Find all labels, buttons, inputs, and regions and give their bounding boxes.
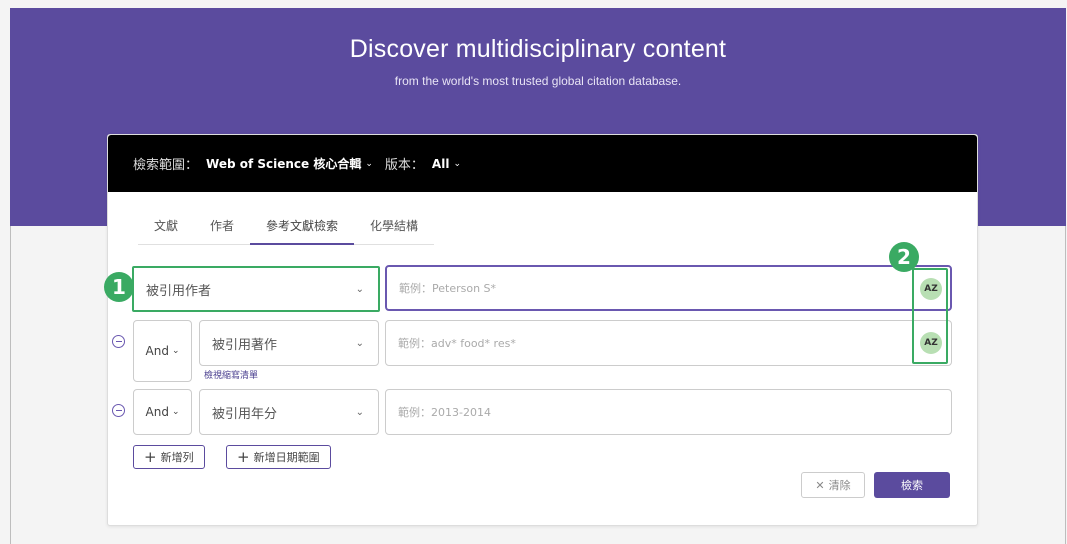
view-abbreviation-list-link[interactable]: 檢視縮寫清單 (204, 368, 258, 381)
tab-cited-reference-search[interactable]: 參考文獻檢索 (250, 211, 355, 245)
input-placeholder: 範例：Peterson S* (399, 282, 497, 295)
scope-dropdown[interactable]: Web of Science 核心合輯 ⌄ (206, 155, 373, 172)
field-select-label: 被引用年分 (212, 406, 278, 422)
search-scope-bar: 檢索範圍： Web of Science 核心合輯 ⌄ 版本： All ⌄ (108, 135, 977, 192)
banner-title: Discover multidisciplinary content (349, 35, 727, 63)
field-select-cited-author[interactable]: 被引用作者 ⌄ (132, 266, 380, 312)
search-button[interactable]: 檢索 (874, 472, 950, 498)
tab-authors[interactable]: 作者 (194, 211, 250, 245)
clear-label: 清除 (828, 479, 851, 492)
remove-row-icon[interactable] (112, 404, 125, 417)
boolean-operator-value: And (145, 405, 169, 419)
tab-structure[interactable]: 化學結構 (354, 211, 434, 245)
input-placeholder: 範例：adv* food* res* (398, 337, 516, 350)
search-input-cited-work[interactable]: 範例：adv* food* res* (385, 320, 952, 366)
plus-icon: + (237, 447, 250, 466)
chevron-down-icon: ⌄ (355, 283, 364, 295)
banner-subtitle: from the world's most trusted global cit… (394, 74, 682, 88)
chevron-down-icon: ⌄ (365, 158, 373, 169)
annotation-badge-1: 1 (104, 272, 134, 302)
edition-label: 版本： (384, 158, 424, 173)
remove-row-icon[interactable] (112, 335, 125, 348)
close-icon: ✕ (815, 478, 825, 492)
field-select-cited-work[interactable]: 被引用著作 ⌄ (199, 320, 379, 366)
add-date-range-button[interactable]: + 新增日期範圍 (226, 445, 331, 469)
add-row-button[interactable]: + 新增列 (133, 445, 205, 469)
scope-label: 檢索範圍： (133, 158, 199, 173)
annotation-highlight-az-buttons (912, 268, 948, 364)
search-tabs: 文獻 作者 參考文獻檢索 化學結構 (138, 211, 435, 245)
chevron-down-icon: ⌄ (355, 406, 364, 418)
search-input-cited-year[interactable]: 範例：2013-2014 (385, 389, 952, 435)
edition-value: All (431, 156, 450, 171)
chevron-down-icon: ⌄ (171, 407, 180, 417)
clear-button[interactable]: ✕ 清除 (801, 472, 865, 498)
add-row-label: 新增列 (160, 451, 194, 464)
plus-icon: + (144, 447, 157, 466)
chevron-down-icon: ⌄ (171, 346, 180, 356)
scope-value: Web of Science 核心合輯 (206, 157, 362, 171)
field-select-cited-year[interactable]: 被引用年分 ⌄ (199, 389, 379, 435)
field-select-label: 被引用作者 (146, 283, 212, 299)
add-date-range-label: 新增日期範圍 (253, 451, 320, 464)
search-input-cited-author[interactable]: 範例：Peterson S* (385, 265, 952, 311)
tab-documents[interactable]: 文獻 (138, 211, 194, 245)
field-select-label: 被引用著作 (212, 337, 278, 353)
chevron-down-icon: ⌄ (453, 158, 461, 169)
chevron-down-icon: ⌄ (355, 337, 364, 349)
input-placeholder: 範例：2013-2014 (398, 406, 491, 419)
boolean-operator-select[interactable]: And ⌄ (133, 389, 192, 435)
boolean-operator-select[interactable]: And ⌄ (133, 320, 192, 382)
edition-dropdown[interactable]: All ⌄ (432, 157, 461, 171)
boolean-operator-value: And (145, 344, 169, 358)
